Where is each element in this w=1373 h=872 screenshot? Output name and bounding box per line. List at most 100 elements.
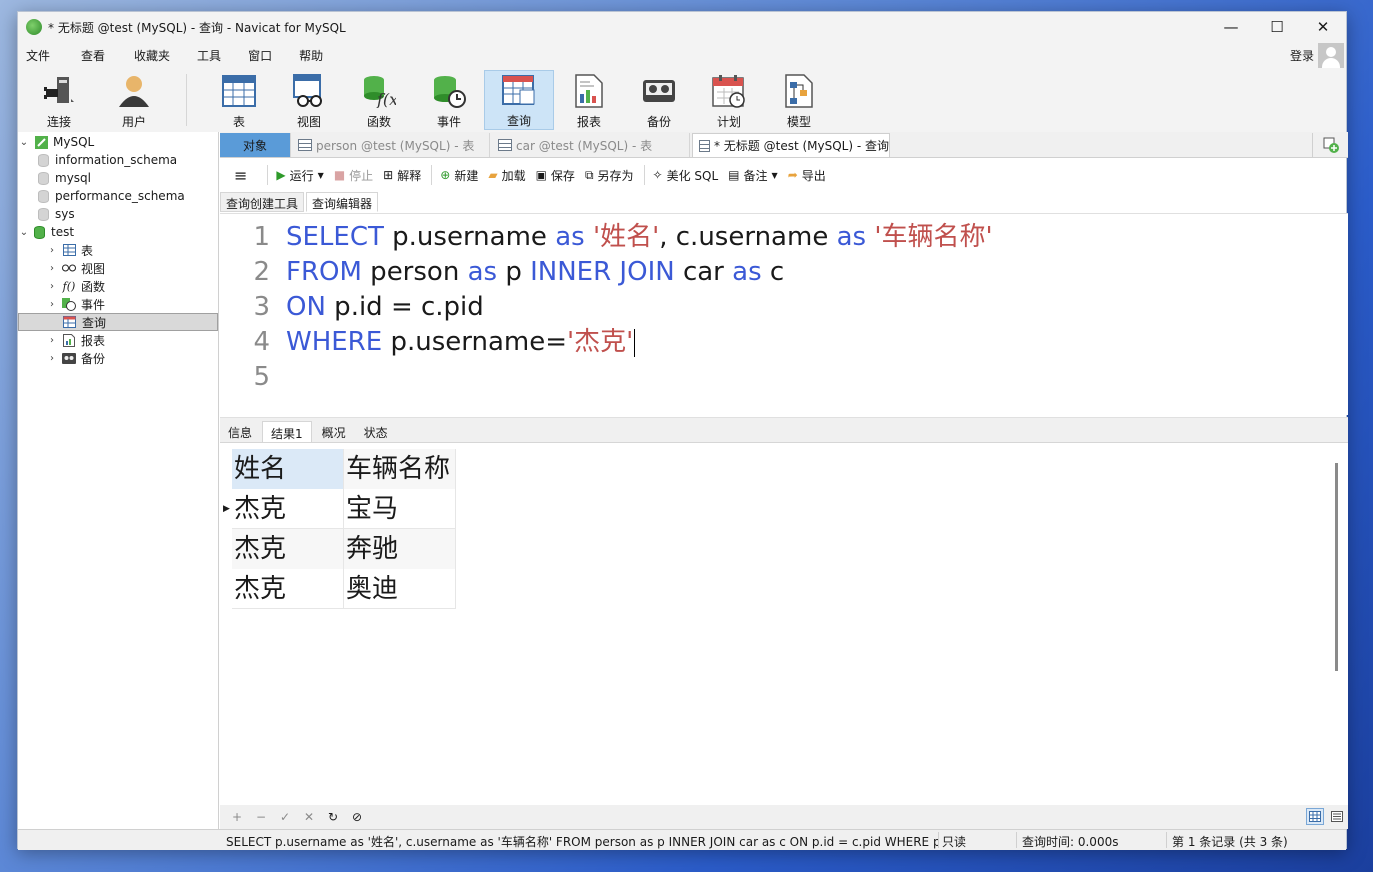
save-as-button[interactable]: ⧉ 另存为 <box>585 167 634 184</box>
discard-changes-icon[interactable]: ✕ <box>302 810 316 824</box>
table-cell[interactable]: 宝马 <box>344 489 456 529</box>
backup-button[interactable]: 备份 <box>624 70 694 130</box>
form-view-icon[interactable] <box>1328 808 1346 825</box>
add-object-icon <box>1323 137 1339 153</box>
chevron-right-icon[interactable]: › <box>46 353 58 364</box>
chevron-down-icon[interactable]: ⌄ <box>18 137 30 148</box>
code-line[interactable]: WHERE p.username='杰克' <box>286 325 636 360</box>
code-line[interactable]: SELECT p.username as '姓名', c.username as… <box>286 220 993 255</box>
tab-profile[interactable]: 概况 <box>314 421 354 442</box>
menu-tools[interactable]: 工具 <box>189 47 234 64</box>
chevron-right-icon[interactable]: › <box>46 281 58 292</box>
dropdown-arrow-icon[interactable]: ▼ <box>772 171 778 180</box>
explain-button[interactable]: ⊞ 解释 <box>383 167 421 184</box>
tree-node-backups[interactable]: › 备份 <box>46 349 218 367</box>
table-cell[interactable]: 奥迪 <box>344 569 456 609</box>
save-button[interactable]: ▣ 保存 <box>536 167 575 184</box>
model-button[interactable]: 模型 <box>764 70 834 130</box>
column-header[interactable]: 姓名 <box>232 449 344 489</box>
vertical-scrollbar[interactable] <box>1335 463 1338 671</box>
tree-db-test[interactable]: ⌄ test <box>20 223 218 241</box>
menu-view[interactable]: 查看 <box>73 47 118 64</box>
sql-token: '车辆名称' <box>874 222 993 252</box>
table-row[interactable]: 杰克 奔驰 <box>232 529 456 569</box>
sql-editor[interactable]: 1 2 3 4 5 SELECT p.username as '姓名', c.u… <box>220 213 1348 415</box>
chevron-right-icon[interactable]: › <box>46 299 58 310</box>
column-header[interactable]: 车辆名称 <box>344 449 456 489</box>
table-cell[interactable]: 杰克 <box>232 529 344 569</box>
comment-button[interactable]: ▤ 备注 ▼ <box>728 167 778 184</box>
query-button[interactable]: 查询 <box>484 70 554 130</box>
tree-node-functions[interactable]: › f() 函数 <box>46 277 218 295</box>
tab-untitled-query[interactable]: * 无标题 @test (MySQL) - 查询 <box>692 133 890 157</box>
tree-node-reports[interactable]: › 报表 <box>46 331 218 349</box>
menu-help[interactable]: 帮助 <box>291 47 336 64</box>
hamburger-menu-icon[interactable]: ≡ <box>234 166 247 185</box>
maximize-button[interactable]: ☐ <box>1254 12 1300 42</box>
run-button[interactable]: ▶ 运行 ▼ <box>276 167 323 184</box>
sql-token: WHERE <box>286 327 383 357</box>
grid-view-icon[interactable] <box>1306 808 1324 825</box>
tree-node-views[interactable]: › 视图 <box>46 259 218 277</box>
tree-db-sys[interactable]: sys <box>32 205 218 223</box>
play-icon: ▶ <box>276 168 286 182</box>
stop-icon[interactable]: ⊘ <box>350 810 364 824</box>
table-row[interactable]: 杰克 宝马 <box>232 489 456 529</box>
table-cell[interactable]: 杰克 <box>232 569 344 609</box>
tab-query-editor[interactable]: 查询编辑器 <box>306 192 379 212</box>
tree-db-information-schema[interactable]: information_schema <box>32 151 218 169</box>
beautify-sql-button[interactable]: ✧ 美化 SQL <box>653 167 719 184</box>
table-row[interactable]: 杰克 奥迪 <box>232 569 456 609</box>
tab-objects[interactable]: 对象 <box>220 133 291 157</box>
tab-info[interactable]: 信息 <box>220 421 260 442</box>
table-button[interactable]: 表 <box>204 70 274 130</box>
menu-file[interactable]: 文件 <box>18 47 63 64</box>
refresh-icon[interactable]: ↻ <box>326 810 340 824</box>
function-button[interactable]: f(x) 函数 <box>344 70 414 130</box>
sql-token: p <box>497 257 531 287</box>
chevron-right-icon[interactable]: › <box>46 245 58 256</box>
table-cell[interactable]: 奔驰 <box>344 529 456 569</box>
connect-button[interactable]: 连接 <box>24 70 94 130</box>
text-cursor <box>634 328 636 357</box>
menu-favorites[interactable]: 收藏夹 <box>126 47 183 64</box>
tab-query-builder[interactable]: 查询创建工具 <box>220 192 305 212</box>
new-object-button[interactable] <box>1312 133 1348 157</box>
close-button[interactable]: ✕ <box>1300 12 1346 42</box>
table-cell[interactable]: 杰克 <box>232 489 344 529</box>
tree-db-performance-schema[interactable]: performance_schema <box>32 187 218 205</box>
user-button[interactable]: 用户 <box>99 70 169 130</box>
tree-mysql-connection[interactable]: ⌄ MySQL <box>18 133 218 151</box>
tree-node-queries[interactable]: 查询 <box>18 313 218 331</box>
tab-result1[interactable]: 结果1 <box>262 421 312 442</box>
tab-status[interactable]: 状态 <box>356 421 396 442</box>
event-button[interactable]: 事件 <box>414 70 484 130</box>
tree-node-events[interactable]: › 事件 <box>46 295 218 313</box>
chevron-right-icon[interactable]: › <box>46 335 58 346</box>
tab-car-table[interactable]: car @test (MySQL) - 表 <box>492 133 690 157</box>
new-query-button[interactable]: ⊕ 新建 <box>440 167 478 184</box>
view-button[interactable]: 视图 <box>274 70 344 130</box>
object-tree: ⌄ MySQL information_schema mysql performa… <box>18 132 219 829</box>
tree-node-tables[interactable]: › 表 <box>46 241 218 259</box>
delete-record-icon[interactable]: − <box>254 810 268 824</box>
dropdown-arrow-icon[interactable]: ▼ <box>318 171 324 180</box>
load-button[interactable]: ▰ 加载 <box>488 167 525 184</box>
add-record-icon[interactable]: + <box>230 810 244 824</box>
chevron-right-icon[interactable]: › <box>46 263 58 274</box>
apply-changes-icon[interactable]: ✓ <box>278 810 292 824</box>
schedule-button[interactable]: 计划 <box>694 70 764 130</box>
minimize-button[interactable]: — <box>1208 12 1254 42</box>
user-avatar[interactable] <box>1318 43 1344 69</box>
login-link[interactable]: 登录 <box>1290 47 1314 64</box>
code-line[interactable]: FROM person as p INNER JOIN car as c <box>286 255 784 290</box>
export-button[interactable]: ➦ 导出 <box>788 167 826 184</box>
code-line[interactable]: ON p.id = c.pid <box>286 290 484 325</box>
chevron-down-icon[interactable]: ⌄ <box>18 227 30 238</box>
stop-button[interactable]: ■ 停止 <box>334 167 373 184</box>
tree-db-mysql[interactable]: mysql <box>32 169 218 187</box>
sql-token: p.id = c.pid <box>325 292 484 322</box>
report-button[interactable]: 报表 <box>554 70 624 130</box>
menu-window[interactable]: 窗口 <box>240 47 285 64</box>
tab-person-table[interactable]: person @test (MySQL) - 表 <box>292 133 490 157</box>
